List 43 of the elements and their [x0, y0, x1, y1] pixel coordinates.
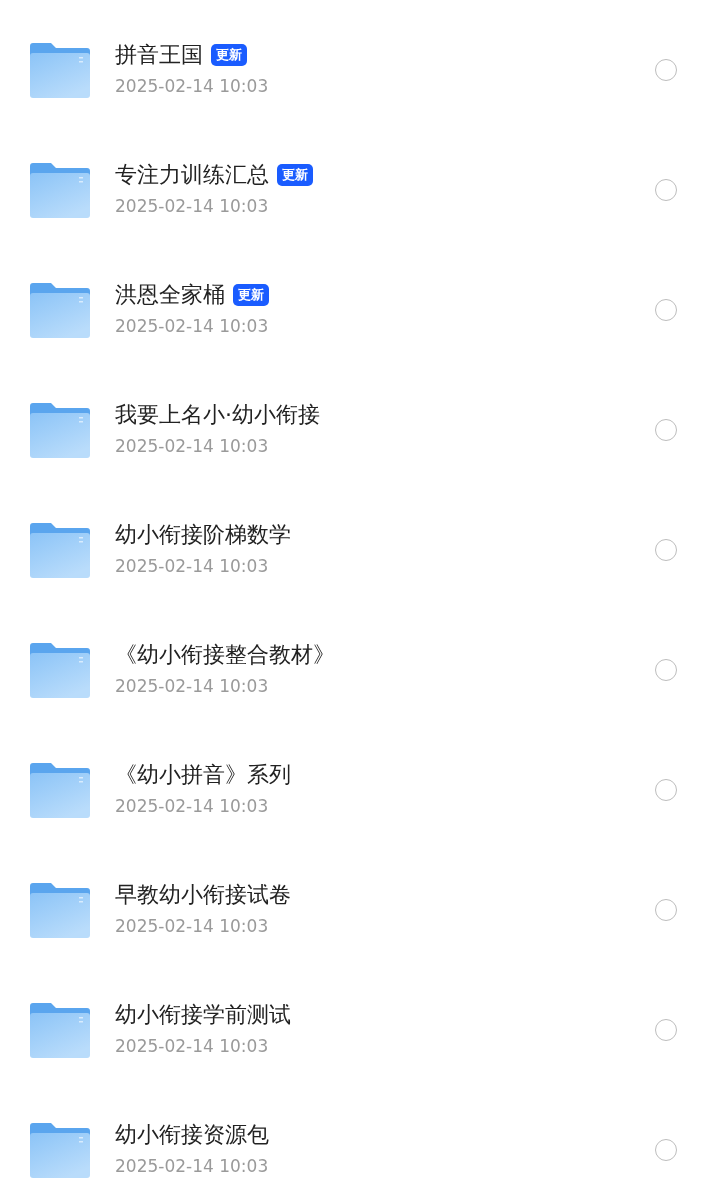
select-radio[interactable] — [655, 179, 677, 201]
folder-icon — [30, 642, 90, 698]
folder-name: 我要上名小·幼小衔接 — [115, 401, 320, 430]
select-radio[interactable] — [655, 1019, 677, 1041]
select-radio[interactable] — [655, 419, 677, 441]
select-radio[interactable] — [655, 59, 677, 81]
folder-icon — [30, 42, 90, 98]
update-badge: 更新 — [211, 44, 247, 67]
folder-name: 洪恩全家桶 — [115, 281, 225, 310]
folder-icon — [30, 762, 90, 818]
modified-date: 2025-02-14 10:03 — [115, 795, 270, 819]
select-radio[interactable] — [655, 779, 677, 801]
modified-date: 2025-02-14 10:03 — [115, 435, 270, 459]
update-badge: 更新 — [233, 284, 269, 307]
modified-date: 2025-02-14 10:03 — [115, 1035, 270, 1059]
folder-icon — [30, 522, 90, 578]
folder-name: 早教幼小衔接试卷 — [115, 881, 291, 910]
folder-name: 幼小衔接资源包 — [115, 1121, 269, 1150]
folder-icon — [30, 1002, 90, 1058]
modified-date: 2025-02-14 10:03 — [115, 915, 270, 939]
update-badge: 更新 — [277, 164, 313, 187]
folder-name: 幼小衔接阶梯数学 — [115, 521, 291, 550]
modified-date: 2025-02-14 10:03 — [115, 75, 270, 99]
folder-name: 《幼小拼音》系列 — [115, 761, 291, 790]
folder-name: 专注力训练汇总 — [115, 161, 269, 190]
folder-icon — [30, 1122, 90, 1178]
folder-icon — [30, 282, 90, 338]
select-radio[interactable] — [655, 539, 677, 561]
select-radio[interactable] — [655, 1139, 677, 1161]
folder-icon — [30, 162, 90, 218]
folder-name: 拼音王国 — [115, 41, 203, 70]
select-radio[interactable] — [655, 659, 677, 681]
select-radio[interactable] — [655, 299, 677, 321]
modified-date: 2025-02-14 10:03 — [115, 315, 270, 339]
modified-date: 2025-02-14 10:03 — [115, 1155, 270, 1179]
modified-date: 2025-02-14 10:03 — [115, 195, 270, 219]
folder-name: 幼小衔接学前测试 — [115, 1001, 291, 1030]
folder-name: 《幼小衔接整合教材》 — [115, 641, 335, 670]
select-radio[interactable] — [655, 899, 677, 921]
folder-icon — [30, 402, 90, 458]
folder-icon — [30, 882, 90, 938]
modified-date: 2025-02-14 10:03 — [115, 675, 270, 699]
modified-date: 2025-02-14 10:03 — [115, 555, 270, 579]
